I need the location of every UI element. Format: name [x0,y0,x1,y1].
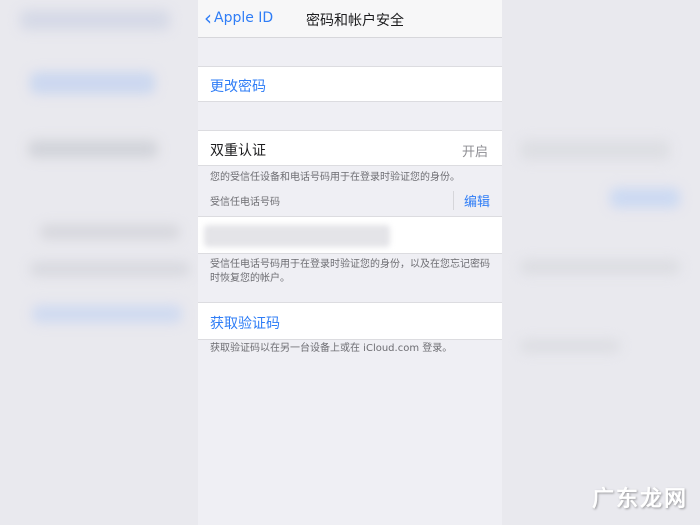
change-password-label: 更改密码 [210,79,266,95]
blurred-block [20,10,170,30]
redacted-phone-number [204,225,390,247]
blurred-block [32,305,182,323]
two-factor-row: 双重认证 开启 [198,130,502,166]
blurred-block [520,340,620,352]
watermark-logo: 广东龙网 [591,487,688,512]
two-factor-status: 开启 [461,145,488,160]
change-password-row[interactable]: 更改密码 [198,66,502,102]
page-title: 密码和帐户安全 [306,13,404,29]
get-code-description: 获取验证码以在另一台设备上或在 iCloud.com 登录。 [210,343,453,354]
blurred-block [30,72,155,94]
blurred-block [610,188,680,208]
trusted-phone-header: 受信任电话号码 [210,197,280,208]
trusted-phone-description: 受信任电话号码用于在登录时验证您的身份，以及在您忘记密码时恢复您的帐户。 [210,259,490,284]
blurred-block [30,262,190,276]
get-code-label: 获取验证码 [210,316,280,332]
blurred-block [28,140,158,158]
trusted-phone-row[interactable] [198,216,502,254]
blurred-block [520,140,670,160]
navigation-bar: ‹ Apple ID 密码和帐户安全 [198,0,502,38]
get-code-row[interactable]: 获取验证码 [198,302,502,340]
password-security-sheet: ‹ Apple ID 密码和帐户安全 更改密码 双重认证 开启 您的受信任设备和… [198,0,502,525]
two-factor-label: 双重认证 [210,143,266,159]
two-factor-description: 您的受信任设备和电话号码用于在登录时验证您的身份。 [210,172,460,183]
blurred-block [40,225,180,239]
blurred-block [520,260,680,274]
edit-button[interactable]: 编辑 [452,191,490,210]
